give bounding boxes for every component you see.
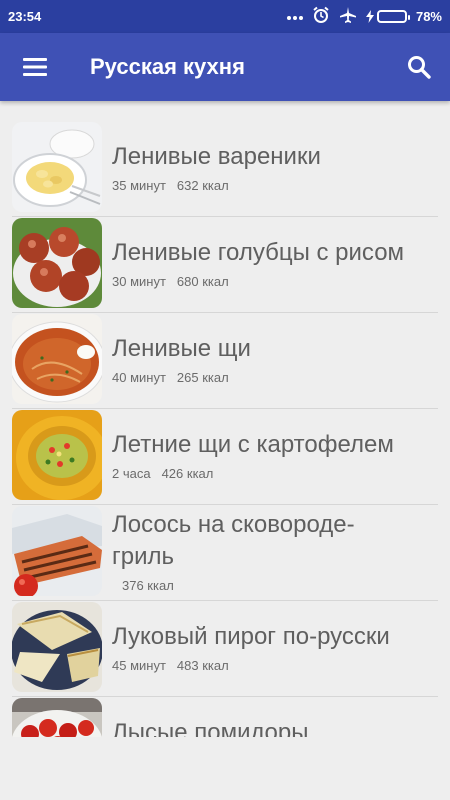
recipe-list[interactable]: Ленивые вареники 35 минут 632 ккал Ленивы… [0,121,450,737]
recipe-image-golubtsy [12,218,102,308]
app-bar: Русская кухня [0,33,450,101]
status-bar: 23:54 78% [0,0,450,33]
recipe-meta: 35 минут 632 ккал [112,178,229,193]
recipe-calories: 426 ккал [161,466,214,481]
recipe-image-shchi [12,314,102,404]
hamburger-menu-icon[interactable] [0,33,70,101]
alarm-icon [312,6,330,27]
recipe-name: Ленивые вареники [112,143,321,170]
status-icons: 78% [286,6,442,27]
recipe-image-salmon [12,506,102,596]
recipe-time: 40 минут [112,370,166,385]
recipe-name-line2: гриль [112,543,175,570]
recipe-name: Луковый пирог по-русски [112,623,390,650]
recipe-name: Ленивые голубцы с рисом [112,239,405,266]
battery-percent: 78% [415,9,442,24]
recipe-item[interactable]: Ленивые вареники 35 минут 632 ккал [0,121,450,217]
recipe-time: 35 минут [112,178,166,193]
recipe-time: 45 минут [112,658,166,673]
recipe-image-vareniki [12,122,102,212]
recipe-time: 2 часа [112,466,151,481]
search-icon[interactable] [388,33,450,101]
more-dots-icon [286,9,303,24]
recipe-name: Летние щи с картофелем [112,431,394,458]
recipe-calories: 632 ккал [176,178,229,193]
recipe-meta: 2 часа 426 ккал [112,466,213,481]
recipe-name: Ленивые щи [112,335,251,362]
recipe-calories: 680 ккал [176,274,229,289]
recipe-calories: 265 ккал [176,370,229,385]
recipe-meta: 45 минут 483 ккал [112,658,229,673]
recipe-calories: 483 ккал [176,658,229,673]
recipe-item[interactable]: Луковый пирог по-русски 45 минут 483 ккал [0,601,450,697]
recipe-item[interactable]: Лысые помидоры [0,697,450,737]
recipe-name-line1: Лосось на сковороде- [112,511,355,538]
recipe-item[interactable]: Ленивые голубцы с рисом 30 минут 680 ккал [0,217,450,313]
airplane-mode-icon [339,6,357,27]
recipe-meta: 376 ккал [122,578,174,593]
recipe-item[interactable]: Лосось на сковороде- гриль 376 ккал [0,505,450,601]
recipe-calories: 376 ккал [122,578,174,593]
recipe-item[interactable]: Ленивые щи 40 минут 265 ккал [0,313,450,409]
status-time: 23:54 [8,9,42,24]
recipe-item[interactable]: Летние щи с картофелем 2 часа 426 ккал [0,409,450,505]
recipe-time: 30 минут [112,274,166,289]
charging-bolt-icon [365,10,374,23]
recipe-image-tomatoes [12,698,102,737]
recipe-meta: 30 минут 680 ккал [112,274,229,289]
recipe-image-summer-shchi [12,410,102,500]
page-title: Русская кухня [90,54,245,79]
recipe-image-onion-pie [12,602,102,692]
battery-icon: 78% [365,9,442,24]
recipe-meta: 40 минут 265 ккал [112,370,229,385]
battery-level-indicator [376,10,410,23]
recipe-name: Лысые помидоры [112,719,309,737]
